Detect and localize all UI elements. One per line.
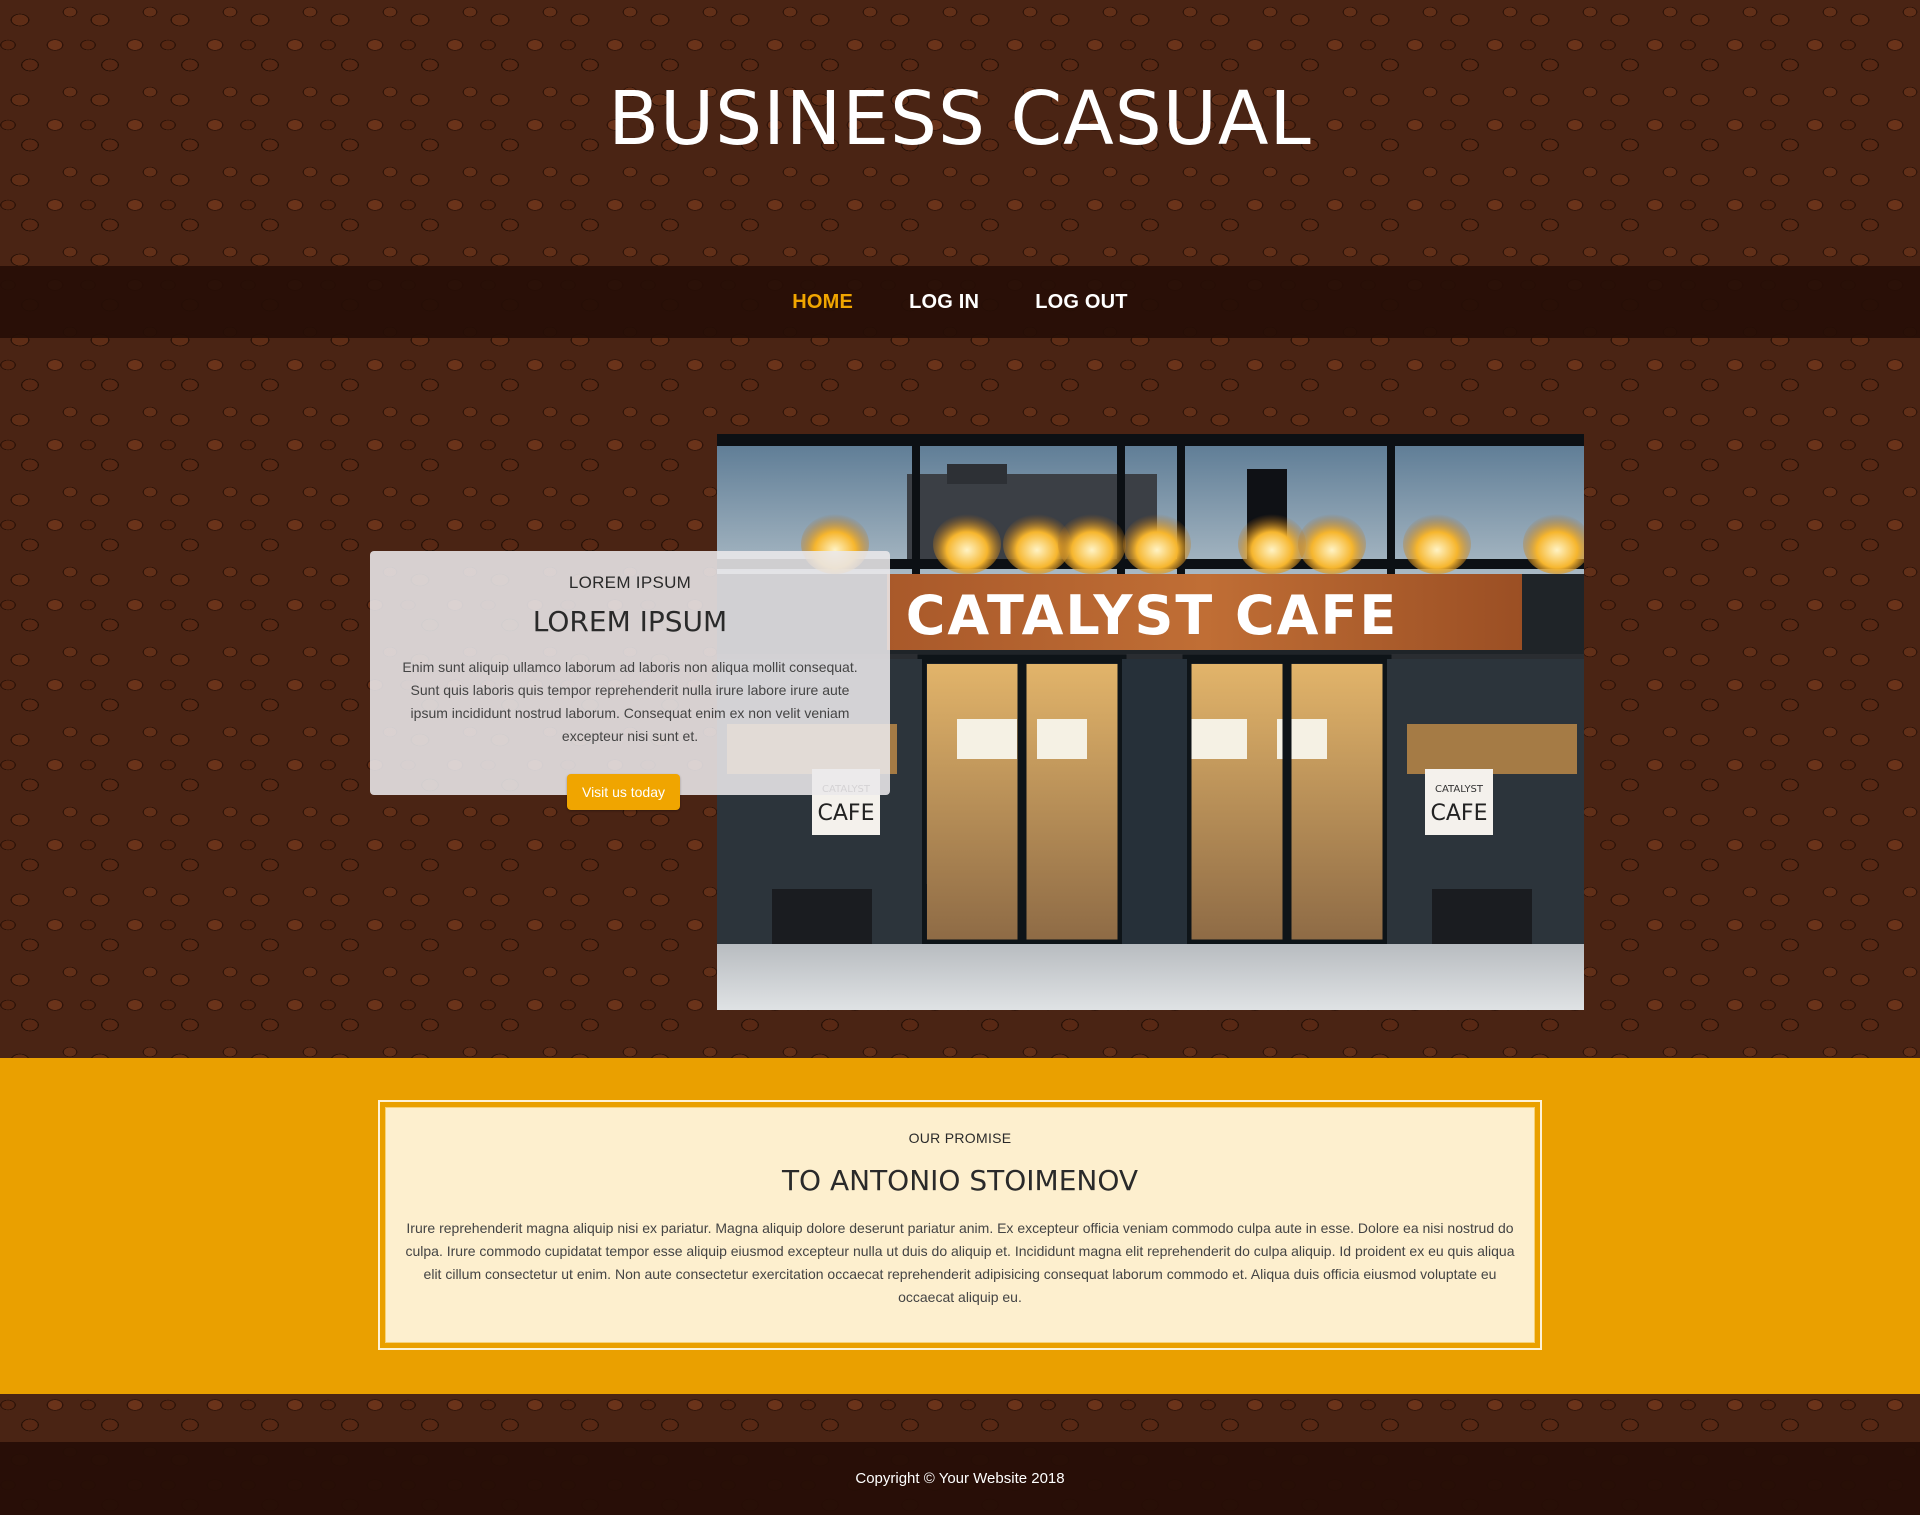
nav-link-log-out[interactable]: LOG OUT	[1007, 291, 1156, 314]
intro-paragraph: Enim sunt aliquip ullamco laborum ad lab…	[402, 659, 858, 744]
promise-heading: TO ANTONIO STOIMENOV	[781, 1164, 1139, 1197]
promise-card-frame: OUR PROMISE TO ANTONIO STOIMENOV Irure r…	[378, 1100, 1542, 1350]
site-title: BUSINESS CASUAL	[608, 76, 1312, 162]
window-sign-bottom-left: CAFE	[818, 801, 875, 826]
visit-us-button[interactable]: Visit us today	[567, 774, 680, 810]
nav-link-log-in[interactable]: LOG IN	[881, 291, 1007, 314]
promise-paragraph: Irure reprehenderit magna aliquip nisi e…	[405, 1220, 1515, 1305]
intro-text-card: LOREM IPSUM LOREM IPSUM Enim sunt aliqui…	[370, 551, 890, 795]
window-sign-top-right: CATALYST	[1435, 784, 1484, 795]
main-navbar: HOME LOG IN LOG OUT	[0, 266, 1920, 338]
promise-subheading: OUR PROMISE	[908, 1130, 1012, 1146]
site-footer: Copyright © Your Website 2018	[0, 1442, 1920, 1515]
promise-section: OUR PROMISE TO ANTONIO STOIMENOV Irure r…	[0, 1058, 1920, 1394]
nav-link-home[interactable]: HOME	[764, 291, 881, 314]
promise-card: OUR PROMISE TO ANTONIO STOIMENOV Irure r…	[385, 1107, 1535, 1343]
cafe-sign-text: CATALYST CAFE	[906, 584, 1399, 647]
intro-subheading: LOREM IPSUM	[568, 573, 692, 592]
intro-heading: LOREM IPSUM	[532, 605, 728, 638]
site-header: BUSINESS CASUAL	[0, 0, 1920, 266]
window-sign-bottom-right: CAFE	[1431, 801, 1488, 826]
footer-copyright: Copyright © Your Website 2018	[855, 1470, 1065, 1487]
